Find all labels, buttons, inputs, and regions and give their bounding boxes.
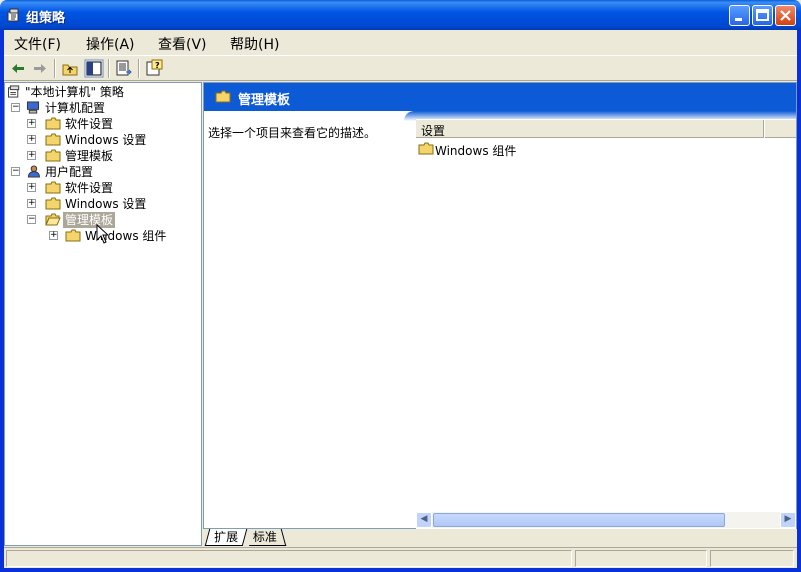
back-arrow-icon[interactable] (8, 59, 28, 78)
collapse-icon[interactable]: − (11, 103, 20, 112)
collapse-icon[interactable]: − (27, 215, 36, 224)
status-bar (4, 547, 797, 568)
window-frame-right (797, 30, 801, 572)
toolbar-separator (54, 59, 56, 78)
expand-icon[interactable]: + (27, 119, 36, 128)
tree-item-root[interactable]: "本地计算机" 策略 (7, 84, 197, 100)
horizontal-scrollbar[interactable]: ◀ ▶ (416, 512, 796, 528)
view-tabs: 扩展 标准 (203, 529, 797, 547)
maximize-icon (756, 9, 769, 21)
column-header-settings[interactable]: 设置 (416, 120, 764, 138)
group-policy-icon (7, 8, 19, 22)
folder-icon (45, 149, 61, 162)
close-icon (780, 10, 791, 21)
details-header-title: 管理模板 (238, 93, 291, 108)
list-item-label: Windows 组件 (435, 144, 517, 158)
description-text: 选择一个项目来查看它的描述。 (208, 126, 377, 140)
tree-label: 软件设置 (65, 181, 114, 195)
maximize-button[interactable] (752, 5, 773, 26)
expand-icon[interactable]: + (49, 231, 58, 240)
forward-arrow-icon[interactable] (30, 59, 50, 78)
tree-label: Windows 设置 (65, 197, 147, 211)
tree-label: 用户配置 (45, 165, 94, 179)
policy-icon (8, 85, 20, 98)
title-bar[interactable]: 组策略 (0, 0, 801, 30)
tree-item-uc-windows[interactable]: + Windows 设置 (7, 196, 197, 212)
tree-item-cc-admin[interactable]: + 管理模板 (7, 148, 197, 164)
toolbar: ? (4, 55, 797, 81)
scroll-left-button[interactable]: ◀ (416, 512, 432, 528)
folder-icon (418, 142, 434, 155)
tree-item-cc-windows[interactable]: + Windows 设置 (7, 132, 197, 148)
export-list-icon[interactable] (114, 59, 134, 78)
folder-icon (65, 229, 81, 242)
collapse-icon[interactable]: − (11, 167, 20, 176)
tab-label: 标准 (252, 530, 277, 544)
svg-text:?: ? (155, 61, 160, 70)
tree-item-computer-config[interactable]: − 计算机配置 (7, 100, 197, 116)
help-icon[interactable]: ? (144, 59, 164, 78)
toolbar-separator (138, 59, 140, 78)
details-header: 管理模板 (204, 83, 796, 111)
folder-icon (215, 90, 231, 103)
tree-item-cc-software[interactable]: + 软件设置 (7, 116, 197, 132)
settings-list[interactable]: 设置 Windows 组件 (416, 119, 796, 529)
tree-pane[interactable]: "本地计算机" 策略 − 计算机配置 + 软件设置 + Windows 设置 +… (4, 82, 202, 546)
menu-help[interactable]: 帮助(H) (226, 33, 283, 55)
status-cell-main (6, 550, 572, 567)
menu-file[interactable]: 文件(F) (10, 33, 65, 55)
minimize-icon (735, 18, 742, 21)
expand-icon[interactable]: + (27, 135, 36, 144)
tree-label: 管理模板 (65, 149, 114, 163)
toolbar-separator (108, 59, 110, 78)
column-header-extra[interactable] (765, 120, 796, 138)
menu-action[interactable]: 操作(A) (82, 33, 139, 55)
tree-item-uc-software[interactable]: + 软件设置 (7, 180, 197, 196)
tree-label: "本地计算机" 策略 (25, 85, 124, 99)
window-title: 组策略 (26, 11, 66, 26)
tree-label: Windows 设置 (65, 133, 147, 147)
expand-icon[interactable]: + (27, 199, 36, 208)
tab-extended[interactable]: 扩展 (204, 529, 248, 546)
close-button[interactable] (775, 5, 796, 26)
up-folder-icon[interactable] (60, 59, 80, 78)
minimize-button[interactable] (729, 5, 750, 26)
folder-icon (45, 133, 61, 146)
open-folder-icon (45, 213, 61, 226)
folder-icon (45, 117, 61, 130)
folder-icon (45, 197, 61, 210)
user-icon (27, 165, 40, 178)
expand-icon[interactable]: + (27, 151, 36, 160)
status-cell-3 (710, 550, 794, 567)
scroll-right-button[interactable]: ▶ (780, 512, 796, 528)
tree-label: 计算机配置 (45, 101, 106, 115)
menu-bar: 文件(F) 操作(A) 查看(V) 帮助(H) (4, 30, 797, 54)
column-header-label: 设置 (421, 124, 446, 138)
status-cell-2 (575, 550, 707, 567)
details-pane: 管理模板 选择一个项目来查看它的描述。 设置 Windows 组件 ◀ ▶ (203, 82, 797, 529)
folder-icon (45, 181, 61, 194)
menu-view[interactable]: 查看(V) (154, 33, 211, 55)
window-frame-bottom (0, 568, 801, 572)
show-hide-tree-icon[interactable] (84, 59, 104, 78)
tab-label: 扩展 (214, 530, 239, 544)
scroll-thumb[interactable] (433, 513, 725, 527)
tree-label: 软件设置 (65, 117, 114, 131)
mouse-cursor-icon (96, 224, 108, 244)
tree-item-user-config[interactable]: − 用户配置 (7, 164, 197, 180)
tab-standard[interactable]: 标准 (244, 529, 287, 546)
computer-icon (26, 101, 40, 114)
expand-icon[interactable]: + (27, 183, 36, 192)
